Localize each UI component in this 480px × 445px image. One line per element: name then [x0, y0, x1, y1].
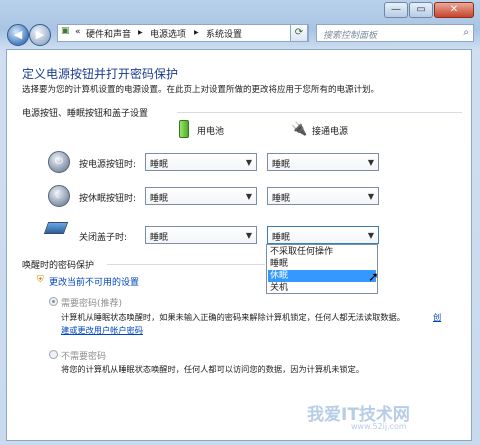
option-shutdown[interactable]: 关机	[268, 282, 376, 294]
select-value: 睡眠	[272, 233, 291, 243]
select-value: 睡眠	[150, 194, 169, 204]
sleep-button-icon: ☾	[48, 185, 70, 207]
back-button[interactable]: ◀	[7, 24, 29, 46]
search-input[interactable]: 搜索控制面板 ⌕	[316, 24, 474, 42]
shield-icon: ⛨	[37, 275, 44, 285]
breadcrumb-hardware-sound[interactable]: 硬件和声音	[86, 27, 131, 40]
chevron-down-icon: ▼	[367, 192, 374, 201]
main-content: 定义电源按钮并打开密码保护 选择要为您的计算机设置的电源设置。在此页上对设置所做…	[6, 49, 472, 441]
breadcrumb-system-settings[interactable]: 系统设置	[206, 27, 242, 40]
address-bar[interactable]: ▣ « 硬件和声音 ▶ 电源选项 ▶ 系统设置 ▼	[57, 24, 309, 42]
power-button-battery-select[interactable]: 睡眠 ▼	[145, 153, 257, 171]
no-password-radio[interactable]	[49, 350, 58, 359]
sleep-button-battery-select[interactable]: 睡眠 ▼	[145, 187, 257, 205]
laptop-lid-icon	[43, 222, 69, 234]
divider	[107, 264, 265, 265]
sleep-button-label: 按休眠按钮时:	[79, 194, 137, 204]
divider	[177, 112, 462, 113]
select-value: 睡眠	[150, 233, 169, 243]
power-button-plugged-select[interactable]: 睡眠 ▼	[267, 153, 379, 171]
chevron-down-icon: ▼	[367, 231, 374, 240]
create-password-link[interactable]: 建或更改用户帐户密码	[61, 324, 143, 336]
forward-button[interactable]: ▶	[29, 24, 51, 46]
require-password-label: 需要密码(推荐)	[61, 299, 123, 309]
maximize-button[interactable]: ▭	[409, 2, 433, 18]
title-bar: — ▭ ✕	[0, 0, 480, 20]
search-icon: ⌕	[463, 27, 469, 38]
control-panel-icon: ▣	[61, 26, 70, 36]
lid-close-battery-select[interactable]: 睡眠 ▼	[145, 226, 257, 244]
option-do-nothing[interactable]: 不采取任何操作	[268, 246, 376, 258]
page-title: 定义电源按钮并打开密码保护	[22, 67, 179, 81]
no-password-label: 不需要密码	[61, 352, 107, 362]
no-password-desc: 将您的计算机从睡眠状态唤醒时，任何人都可以访问您的数据，因为计算机未锁定。	[61, 364, 364, 374]
section-password-heading: 唤醒时的密码保护	[22, 261, 95, 271]
refresh-button[interactable]: ⟳	[290, 24, 308, 42]
chevron-down-icon: ▼	[245, 231, 252, 240]
control-panel-window: — ▭ ✕ ◀ ▶ ▣ « 硬件和声音 ▶ 电源选项 ▶ 系统设置 ▼ ⟳ 搜索…	[0, 0, 480, 445]
select-value: 睡眠	[272, 194, 291, 204]
create-password-link-start[interactable]: 创	[433, 311, 441, 323]
minimize-button[interactable]: —	[384, 2, 408, 18]
watermark-url: www.52ij.com	[351, 422, 407, 431]
battery-icon	[179, 120, 189, 138]
breadcrumb-separator-icon[interactable]: ▶	[138, 29, 143, 36]
search-placeholder: 搜索控制面板	[323, 31, 378, 41]
chevron-down-icon: ▼	[367, 158, 374, 167]
lid-close-plugged-select[interactable]: 睡眠 ▼	[267, 226, 379, 244]
chevron-down-icon: ▼	[245, 192, 252, 201]
breadcrumb-power-options[interactable]: 电源选项	[150, 27, 186, 40]
require-password-radio[interactable]	[49, 297, 58, 306]
lid-close-options-list[interactable]: 不采取任何操作 睡眠 休眠 关机	[266, 244, 378, 294]
power-button-icon: ⏻	[48, 151, 70, 173]
mouse-cursor-icon: ➚	[368, 270, 379, 285]
power-button-label: 按电源按钮时:	[79, 160, 137, 170]
sleep-button-plugged-select[interactable]: 睡眠 ▼	[267, 187, 379, 205]
option-hibernate[interactable]: 休眠	[268, 270, 376, 282]
change-settings-link[interactable]: 更改当前不可用的设置	[49, 275, 139, 288]
plugged-column-label: 接通电源	[312, 127, 349, 137]
section-buttons-heading: 电源按钮、睡眠按钮和盖子设置	[22, 109, 149, 119]
address-toolbar: ◀ ▶ ▣ « 硬件和声音 ▶ 电源选项 ▶ 系统设置 ▼ ⟳ 搜索控制面板 ⌕	[0, 21, 480, 47]
select-value: 睡眠	[150, 160, 169, 170]
breadcrumb-separator-icon[interactable]: ▶	[194, 29, 199, 36]
page-description: 选择要为您的计算机设置的电源设置。在此页上对设置所做的更改将应用于您所有的电源计…	[22, 85, 380, 95]
require-password-desc: 计算机从睡眠状态唤醒时，如果未输入正确的密码来解除计算机锁定，任何人都无法读取数…	[61, 312, 405, 322]
option-sleep[interactable]: 睡眠	[268, 258, 376, 270]
select-value: 睡眠	[272, 160, 291, 170]
plug-icon: 🔌	[291, 122, 308, 137]
chevron-down-icon: ▼	[245, 158, 252, 167]
close-button[interactable]: ✕	[434, 2, 474, 18]
breadcrumb-chevron[interactable]: «	[75, 27, 81, 37]
battery-column-label: 用电池	[197, 127, 225, 137]
lid-close-label: 关闭盖子时:	[79, 233, 128, 243]
